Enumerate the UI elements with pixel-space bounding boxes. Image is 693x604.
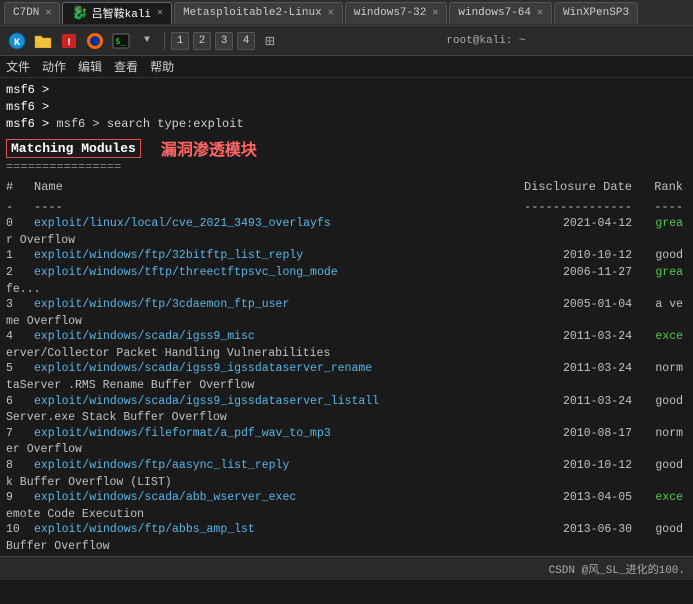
num-btn-3[interactable]: 3 — [215, 32, 233, 50]
annotation-text: 漏洞渗透模块 — [161, 136, 257, 160]
tab-close-icon[interactable]: ✕ — [537, 7, 543, 19]
table-row: 7 exploit/windows/fileformat/a_pdf_wav_t… — [6, 426, 687, 443]
overflow-7: er Overflow — [6, 442, 687, 458]
tab-close-icon[interactable]: ✕ — [432, 7, 438, 19]
overflow-0: r Overflow — [6, 233, 687, 249]
overflow-9: emote Code Execution — [6, 507, 687, 523]
tab-c7dn[interactable]: C7DN ✕ — [4, 2, 60, 24]
num-btn-4[interactable]: 4 — [237, 32, 255, 50]
table-header: # Name Disclosure Date Rank — [6, 178, 687, 196]
svg-text:K: K — [14, 38, 20, 49]
overflow-8: k Buffer Overflow (LIST) — [6, 475, 687, 491]
table-row: 5 exploit/windows/scada/igss9_igssdatase… — [6, 361, 687, 378]
status-text: CSDN @风_SL_进化的100. — [549, 561, 685, 577]
table-row: 0 exploit/linux/local/cve_2021_3493_over… — [6, 216, 687, 233]
svg-text:!: ! — [66, 38, 72, 49]
tab-win7-64[interactable]: windows7-64 ✕ — [449, 2, 552, 24]
menu-edit[interactable]: 编辑 — [78, 58, 102, 75]
overflow-4: erver/Collector Packet Handling Vulnerab… — [6, 346, 687, 362]
num-btn-1[interactable]: 1 — [171, 32, 189, 50]
tab-label: C7DN — [13, 7, 39, 19]
matching-modules-label: Matching Modules — [6, 139, 141, 158]
menu-bar: 文件 动作 编辑 查看 帮助 — [0, 56, 693, 78]
tab-close-icon[interactable]: ✕ — [328, 7, 334, 19]
overflow-3: me Overflow — [6, 314, 687, 330]
col-header-num: # — [6, 178, 34, 196]
table-row: 4 exploit/windows/scada/igss9_misc 2011-… — [6, 329, 687, 346]
cmd-line-1: msf6 > — [6, 82, 687, 99]
cmd-line-2: msf6 > — [6, 99, 687, 116]
col-header-name: Name — [34, 178, 512, 196]
tab-label: WinXPenSP3 — [563, 7, 629, 19]
folder-icon[interactable] — [32, 30, 54, 52]
firefox-icon[interactable] — [84, 30, 106, 52]
cmd-line-3: msf6 > msf6 > search type:exploit — [6, 116, 687, 133]
tab-win7-32[interactable]: windows7-32 ✕ — [345, 2, 448, 24]
tab-label: Metasploitable2-Linux — [183, 7, 322, 19]
overflow-10: Buffer Overflow — [6, 539, 687, 555]
toolbar-separator — [164, 32, 165, 50]
table-row: 3 exploit/windows/ftp/3cdaemon_ftp_user … — [6, 297, 687, 314]
tab-metasploitable[interactable]: Metasploitable2-Linux ✕ — [174, 2, 343, 24]
table-row: 1 exploit/windows/ftp/32bitftp_list_repl… — [6, 248, 687, 265]
tab-close-icon[interactable]: ✕ — [45, 7, 51, 19]
toolbar: K ! $_ ▼ 1 2 3 4 ⊞ root@kali: ~ — [0, 26, 693, 56]
tab-kali[interactable]: 🐉 吕智鞍kali ✕ — [62, 2, 172, 24]
separator-row: ================ — [6, 160, 687, 176]
terminal-icon[interactable]: $_ — [110, 30, 132, 52]
col-header-date: Disclosure Date — [512, 178, 632, 196]
tab-winxp[interactable]: WinXPenSP3 — [554, 2, 638, 24]
table-row: 10 exploit/windows/ftp/abbs_amp_lst 2013… — [6, 522, 687, 539]
tab-icon: 🐉 — [71, 6, 87, 21]
table-row: 8 exploit/windows/ftp/aasync_list_reply … — [6, 458, 687, 475]
red-icon[interactable]: ! — [58, 30, 80, 52]
table-row: 9 exploit/windows/scada/abb_wserver_exec… — [6, 490, 687, 507]
overflow-2: fe... — [6, 282, 687, 298]
col-header-rank: Rank — [632, 178, 687, 196]
table-header-sep: - ---- --------------- ---- — [6, 198, 687, 216]
tab-close-icon[interactable]: ✕ — [157, 7, 163, 19]
menu-action[interactable]: 动作 — [42, 58, 66, 75]
num-btn-2[interactable]: 2 — [193, 32, 211, 50]
tab-bar: C7DN ✕ 🐉 吕智鞍kali ✕ Metasploitable2-Linux… — [0, 0, 693, 26]
menu-view[interactable]: 查看 — [114, 58, 138, 75]
terminal: msf6 > msf6 > msf6 > msf6 > search type:… — [0, 78, 693, 580]
overflow-5: taServer .RMS Rename Buffer Overflow — [6, 378, 687, 394]
new-tab-icon[interactable]: ⊞ — [259, 30, 281, 52]
tab-label: 吕智鞍kali — [92, 5, 151, 21]
svg-text:$_: $_ — [115, 37, 126, 47]
tab-label: windows7-32 — [354, 7, 427, 19]
menu-file[interactable]: 文件 — [6, 58, 30, 75]
dropdown-icon[interactable]: ▼ — [136, 30, 158, 52]
kali-icon[interactable]: K — [6, 30, 28, 52]
overflow-6: Server.exe Stack Buffer Overflow — [6, 410, 687, 426]
tab-label: windows7-64 — [458, 7, 531, 19]
table-row: 2 exploit/windows/tftp/threectftpsvc_lon… — [6, 265, 687, 282]
table-row: 6 exploit/windows/scada/igss9_igssdatase… — [6, 394, 687, 411]
menu-help[interactable]: 帮助 — [150, 58, 174, 75]
status-bar: CSDN @风_SL_进化的100. — [0, 556, 693, 580]
title-center: root@kali: ~ — [285, 35, 687, 47]
